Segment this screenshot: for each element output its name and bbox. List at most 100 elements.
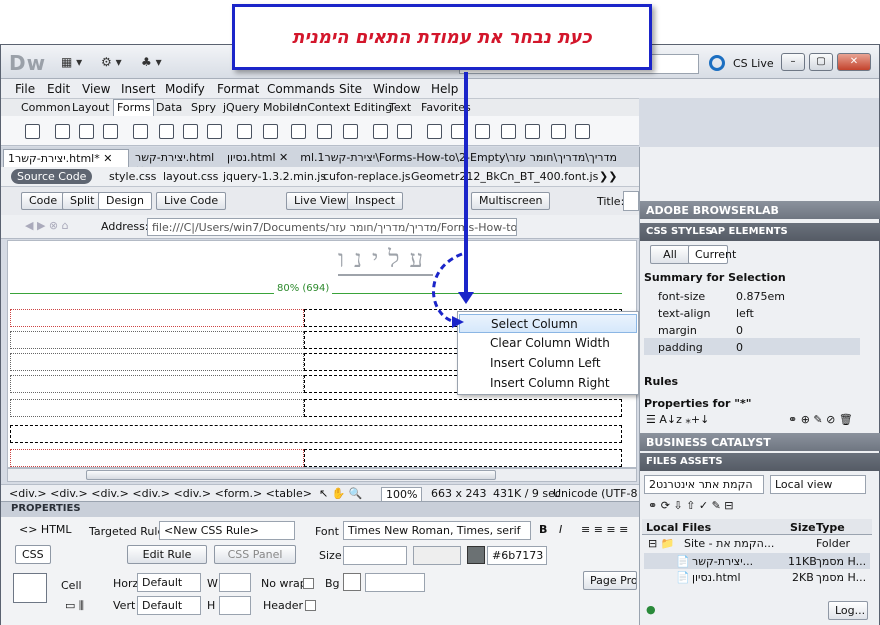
radio-group-icon[interactable] xyxy=(183,124,198,139)
spry-validation-select-icon[interactable] xyxy=(475,124,490,139)
merge-split-icons[interactable]: ▭ ⫼ xyxy=(65,599,84,613)
header-checkbox[interactable] xyxy=(305,600,316,611)
list-menu-icon[interactable] xyxy=(207,124,222,139)
tab-incontext-editing[interactable]: InContext Editing xyxy=(297,101,392,114)
doc-tab[interactable]: נסיון.html ✕ xyxy=(223,149,303,167)
spry-validation-textfield-icon[interactable] xyxy=(397,124,412,139)
minimize-button[interactable]: – xyxy=(781,53,805,71)
bold-icon[interactable]: B xyxy=(539,523,547,536)
width-input[interactable] xyxy=(219,573,251,592)
tab-spry[interactable]: Spry xyxy=(191,101,216,114)
tag-selector[interactable]: <div.> <div.> <div.> <div.> <div.> <form… xyxy=(9,487,312,500)
size-select[interactable] xyxy=(343,546,407,565)
view-mode-icons[interactable]: ☰ A↓z ⁎+↓ xyxy=(646,413,709,426)
table-row[interactable] xyxy=(10,399,622,417)
site-select[interactable]: הקמת אתר אינטרנט2 xyxy=(644,475,764,494)
current-mode-button[interactable]: Current xyxy=(688,245,736,264)
prop-name[interactable]: margin xyxy=(658,324,697,337)
file-name[interactable]: Site - הקמת את... xyxy=(684,537,774,550)
prop-value[interactable]: 0.875em xyxy=(736,290,785,303)
spry-validation-textarea-icon[interactable] xyxy=(427,124,442,139)
select-column-item[interactable]: Select Column xyxy=(459,314,637,333)
menu-view[interactable]: View xyxy=(82,82,110,96)
file-name[interactable]: יצירת-קשר... xyxy=(692,555,753,568)
business-catalyst-header[interactable]: BUSINESS CATALYST xyxy=(640,433,880,451)
split-view-button[interactable]: Split xyxy=(62,192,103,210)
prop-name[interactable]: font-size xyxy=(658,290,705,303)
spry-validation-confirm-icon[interactable] xyxy=(525,124,540,139)
prop-value[interactable]: left xyxy=(736,307,754,320)
code-view-button[interactable]: Code xyxy=(21,192,66,210)
horz-select[interactable]: Default xyxy=(137,573,201,592)
spry-validation-checkbox-icon[interactable] xyxy=(451,124,466,139)
jump-menu-icon[interactable] xyxy=(237,124,252,139)
menu-window[interactable]: Window xyxy=(373,82,420,96)
multiscreen-button[interactable]: Multiscreen xyxy=(471,192,551,210)
menu-commands[interactable]: Commands xyxy=(267,82,335,96)
checkbox-icon[interactable] xyxy=(133,124,148,139)
text-field-icon[interactable] xyxy=(55,124,70,139)
menu-edit[interactable]: Edit xyxy=(47,82,70,96)
file-field-icon[interactable] xyxy=(291,124,306,139)
tab-forms[interactable]: Forms xyxy=(113,99,155,117)
layout-menu-icon[interactable]: ▦ ▾ xyxy=(61,55,82,69)
col-type[interactable]: Type xyxy=(816,521,845,534)
color-input[interactable]: #6b7173 xyxy=(487,546,547,565)
site-menu-icon[interactable]: ♣ ▾ xyxy=(141,55,162,69)
doc-tab-active[interactable]: יצירת-קשר1.html* ✕ xyxy=(3,149,129,167)
scroll-thumb[interactable] xyxy=(86,470,496,480)
menu-insert[interactable]: Insert xyxy=(121,82,155,96)
tab-data[interactable]: Data xyxy=(156,101,182,114)
table-row[interactable] xyxy=(10,425,622,443)
label-icon[interactable] xyxy=(343,124,358,139)
prop-name[interactable]: text-align xyxy=(658,307,711,320)
textarea-icon[interactable] xyxy=(103,124,118,139)
targeted-rule-select[interactable]: <New CSS Rule> xyxy=(159,521,295,540)
vert-select[interactable]: Default xyxy=(137,596,201,615)
assets-tab[interactable]: ASSETS xyxy=(680,456,723,467)
clear-column-width-item[interactable]: Clear Column Width xyxy=(459,334,637,353)
all-mode-button[interactable]: All xyxy=(650,245,690,264)
bg-input[interactable] xyxy=(365,573,425,592)
insert-column-right-item[interactable]: Insert Column Right xyxy=(459,374,637,393)
edit-rule-button[interactable]: Edit Rule xyxy=(127,545,207,564)
bg-swatch[interactable] xyxy=(343,573,361,591)
menu-modify[interactable]: Modify xyxy=(165,82,205,96)
col-size[interactable]: Size xyxy=(790,521,816,534)
col-local-files[interactable]: Local Files xyxy=(646,521,711,534)
more-forms-icon[interactable] xyxy=(575,124,590,139)
related-file[interactable]: style.css xyxy=(109,170,156,183)
tab-layout[interactable]: Layout xyxy=(72,101,109,114)
file-tools-icons[interactable]: ⚭ ⟳ ⇩ ⇧ ✓ ✎ ⊟ xyxy=(648,499,734,512)
more-files-icon[interactable]: ❯❯ xyxy=(599,170,617,183)
color-swatch[interactable] xyxy=(467,546,485,564)
size-unit-select[interactable] xyxy=(413,546,461,565)
spry-validation-radio-icon[interactable] xyxy=(551,124,566,139)
title-input[interactable] xyxy=(623,191,639,211)
live-code-button[interactable]: Live Code xyxy=(156,192,227,210)
window-size[interactable]: 663 x 243 xyxy=(431,487,487,500)
html-mode-button[interactable]: <> HTML xyxy=(19,523,72,536)
image-field-icon[interactable] xyxy=(263,124,278,139)
menu-help[interactable]: Help xyxy=(431,82,458,96)
source-code-button[interactable]: Source Code xyxy=(11,169,93,184)
cs-live-label[interactable]: CS Live xyxy=(733,57,774,70)
ap-elements-tab[interactable]: AP ELEMENTS xyxy=(710,226,788,237)
tab-text[interactable]: Text xyxy=(389,101,411,114)
css-styles-tab[interactable]: CSS STYLES xyxy=(646,226,713,237)
cs-live-icon[interactable] xyxy=(709,55,725,71)
prop-name[interactable]: padding xyxy=(658,341,703,354)
height-input[interactable] xyxy=(219,596,251,615)
radio-button-icon[interactable] xyxy=(159,124,174,139)
italic-icon[interactable]: I xyxy=(559,523,562,536)
prop-value[interactable]: 0 xyxy=(736,341,743,354)
log-button[interactable]: Log... xyxy=(828,601,868,620)
related-file[interactable]: jquery-1.3.2.min.js xyxy=(223,170,326,183)
spry-validation-password-icon[interactable] xyxy=(501,124,516,139)
related-file[interactable]: cufon-replace.js xyxy=(323,170,411,183)
table-row[interactable] xyxy=(10,449,622,467)
tab-favorites[interactable]: Favorites xyxy=(421,101,471,114)
menu-format[interactable]: Format xyxy=(217,82,259,96)
insert-column-left-item[interactable]: Insert Column Left xyxy=(459,354,637,373)
prop-value[interactable]: 0 xyxy=(736,324,743,337)
